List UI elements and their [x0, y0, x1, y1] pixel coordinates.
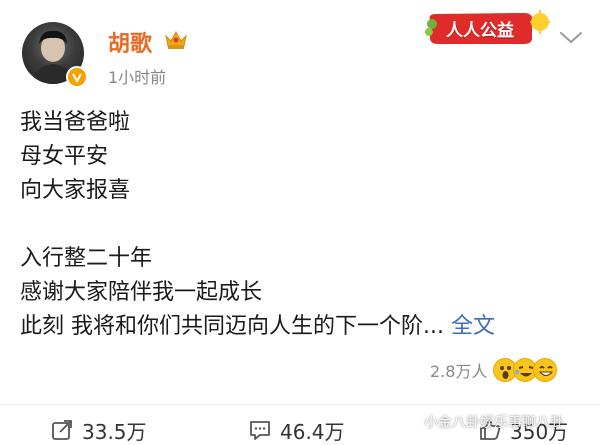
share-icon — [52, 420, 72, 440]
charity-badge-label: 人人公益 — [446, 21, 514, 41]
weibo-post: 胡歌 1小时前 人人公益 我当爸爸啦 母女平安 向大家报喜 入行整二十年 感谢大… — [0, 0, 600, 445]
charity-badge[interactable]: 人人公益 — [424, 8, 552, 48]
post-line: 我当爸爸啦 — [20, 110, 131, 135]
avatar[interactable] — [22, 22, 88, 88]
post-content: 我当爸爸啦 母女平安 向大家报喜 入行整二十年 感谢大家陪伴我一起成长 此刻 我… — [20, 106, 580, 344]
chevron-down-icon[interactable] — [558, 30, 584, 50]
crown-icon — [163, 28, 189, 54]
post-line-text: 此刻 我将和你们共同迈向人生的下一个阶... — [20, 314, 444, 339]
reactions[interactable]: 2.8万人 — [430, 356, 558, 384]
post-line: 感谢大家陪伴我一起成长 — [20, 280, 263, 305]
post-line: 向大家报喜 — [20, 178, 131, 203]
verified-badge-icon — [66, 66, 88, 88]
post-time: 1小时前 — [108, 68, 167, 87]
post-line: 母女平安 — [20, 144, 109, 169]
post-line-last: 此刻 我将和你们共同迈向人生的下一个阶... 全文 — [20, 310, 580, 344]
post-line: 入行整二十年 — [20, 246, 153, 271]
full-text-link[interactable]: 全文 — [451, 314, 495, 339]
watermark: 小金八卦娱乐事聊八卦 — [424, 415, 564, 431]
comment-icon — [250, 421, 270, 440]
reactions-count: 2.8万人 — [430, 362, 488, 381]
share-count: 33.5万 — [82, 419, 147, 444]
comment-button[interactable]: 46.4万 — [248, 418, 345, 444]
grin-emoji-icon — [533, 358, 558, 382]
divider — [0, 404, 600, 405]
username[interactable]: 胡歌 — [108, 26, 152, 58]
share-button[interactable]: 33.5万 — [50, 418, 147, 444]
comment-count: 46.4万 — [280, 419, 345, 444]
